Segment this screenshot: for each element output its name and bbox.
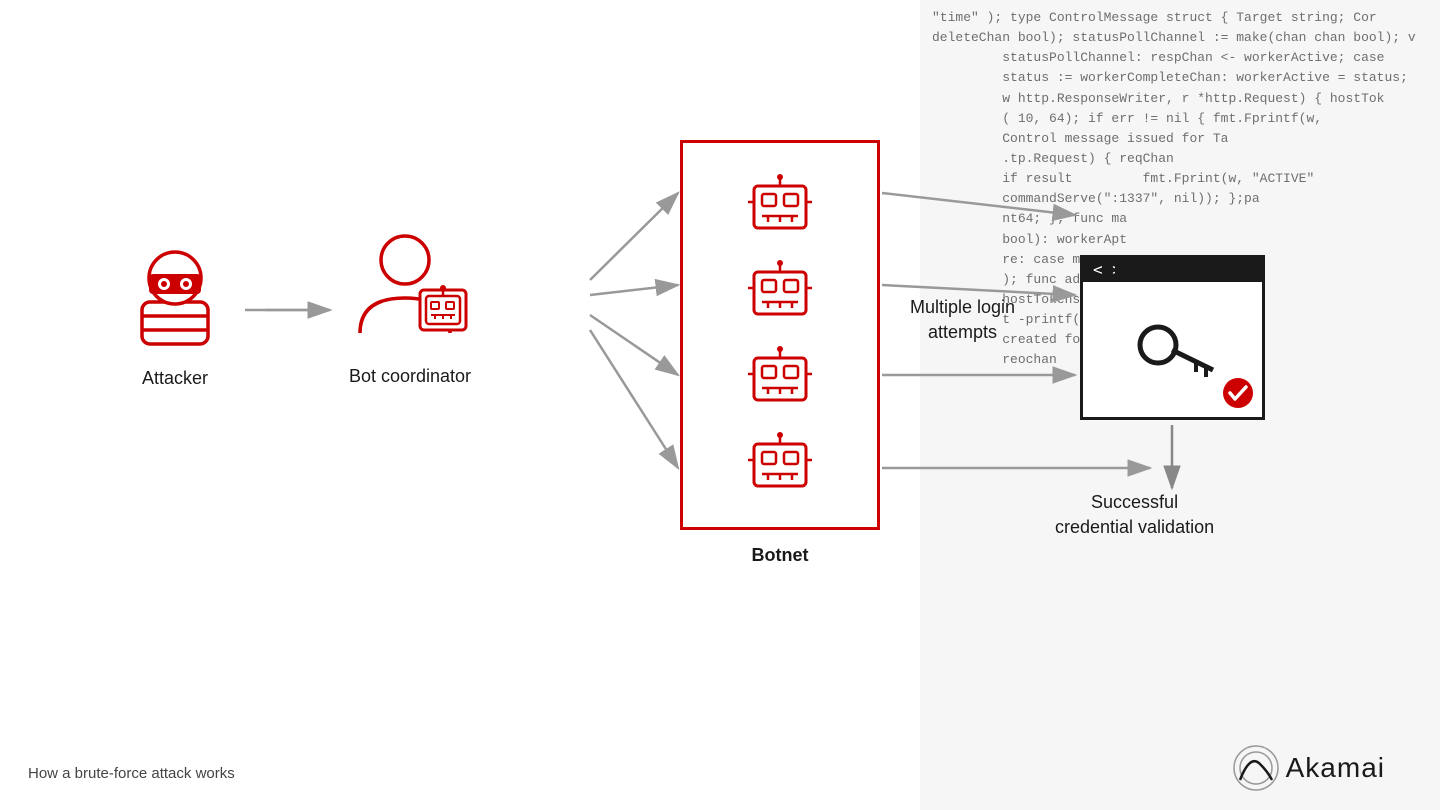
bot-icon-2 xyxy=(746,258,814,326)
attacker-label: Attacker xyxy=(142,368,208,389)
bot-icon-4 xyxy=(746,430,814,498)
code-brackets-icon: < > xyxy=(1093,262,1115,278)
botnet-box xyxy=(680,140,880,530)
success-label: Successful credential validation xyxy=(1055,490,1214,540)
bot-icon-1 xyxy=(746,172,814,240)
akamai-brand-name: Akamai xyxy=(1286,752,1385,784)
server-box-header: < > xyxy=(1083,258,1262,282)
bot-coordinator-label: Bot coordinator xyxy=(349,366,471,387)
akamai-logo-icon xyxy=(1232,744,1280,792)
key-icon xyxy=(1128,310,1218,390)
akamai-logo: Akamai xyxy=(1232,744,1385,792)
bot-icon-3 xyxy=(746,344,814,412)
attacker-group: Attacker xyxy=(120,230,230,389)
server-credential-box: < > xyxy=(1080,255,1265,420)
footer-text: How a brute-force attack works xyxy=(28,765,235,782)
server-box-body xyxy=(1083,282,1262,417)
bot-coordinator-icon xyxy=(340,218,480,348)
checkmark-badge xyxy=(1222,377,1254,409)
attacker-icon xyxy=(120,230,230,350)
botnet-label: Botnet xyxy=(680,545,880,566)
bot-coordinator-group: Bot coordinator xyxy=(340,218,480,387)
svg-text:< >: < > xyxy=(1093,262,1115,278)
login-attempts-label: Multiple login attempts xyxy=(910,295,1015,345)
